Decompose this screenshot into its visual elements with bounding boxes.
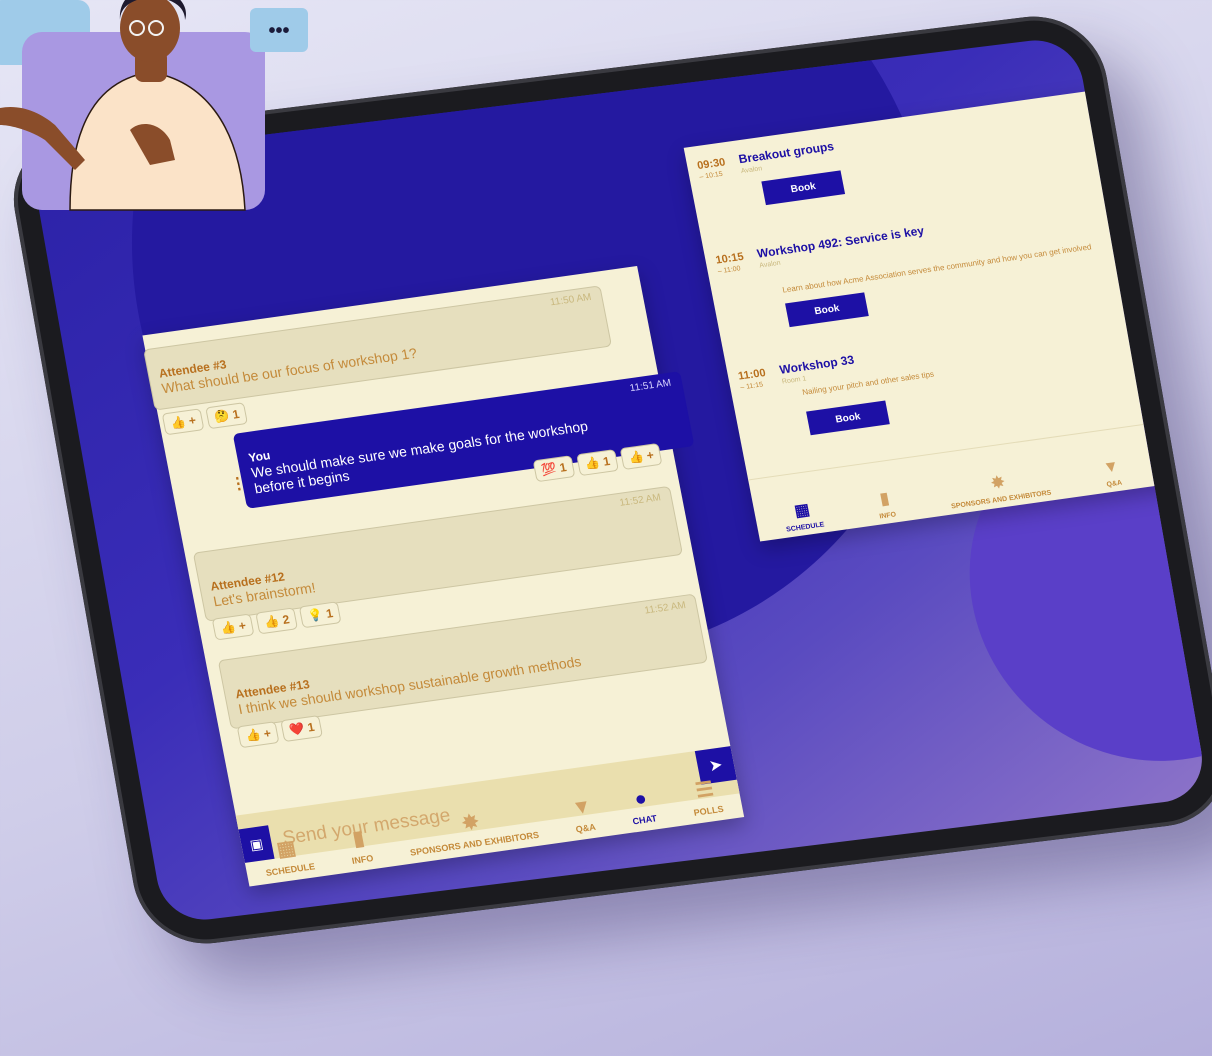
message-time: 11:52 AM xyxy=(618,492,662,509)
hundred-icon: 💯 xyxy=(540,461,558,478)
bottom-nav: ▦ SCHEDULE ▮ INFO ✸ SPONSORS AND EXHIBITORS… xyxy=(236,750,744,886)
thumbs-up-icon: 👍 xyxy=(583,455,602,472)
lightbulb-icon: 💡 xyxy=(306,607,325,624)
nav-qa[interactable]: ▼ Q&A xyxy=(570,795,597,834)
session-end: – 10:15 xyxy=(698,170,724,181)
reaction-add-button[interactable]: 👍 + xyxy=(211,613,255,641)
nav-info[interactable]: ▮ INFO xyxy=(874,488,897,520)
nav-schedule[interactable]: ▦ SCHEDULE xyxy=(259,833,316,878)
calendar-icon: ▦ xyxy=(274,836,298,862)
session-location: Avalon xyxy=(740,165,763,176)
session-end: – 11:15 xyxy=(739,381,764,392)
reaction-chip[interactable]: 👍 2 xyxy=(255,607,299,635)
reaction-chip[interactable]: 💯 1 xyxy=(532,455,576,483)
thinking-face-icon: 🤔 xyxy=(213,408,231,425)
speaker-illustration: ••• xyxy=(0,0,308,211)
nav-polls[interactable]: ☰ POLLS xyxy=(687,775,725,818)
thumbs-up-icon: 👍 xyxy=(219,619,237,636)
session-title: Workshop 492: Service is key xyxy=(755,223,926,261)
nav-sponsors[interactable]: ✸ SPONSORS AND EXHIBITORS xyxy=(404,801,540,858)
typing-dots-icon: ••• xyxy=(268,20,289,42)
chat-panel: 11:50 AM Attendee #3 What should be our … xyxy=(142,266,745,887)
session-start: 10:15 xyxy=(714,250,745,267)
session-location: Avalon xyxy=(758,259,782,270)
session-description: Nailing your pitch and other sales tips xyxy=(801,369,935,397)
nav-info[interactable]: ▮ INFO xyxy=(345,825,374,866)
document-icon: ▮ xyxy=(878,490,891,509)
chat-message-mine: 11:51 AM You We should make sure we make… xyxy=(232,371,695,509)
thumbs-up-icon: 👍 xyxy=(244,727,262,744)
thumbs-up-icon: 👍 xyxy=(627,449,645,466)
book-button[interactable]: Book xyxy=(785,292,869,328)
book-button[interactable]: Book xyxy=(761,170,846,206)
nav-chat[interactable]: ● CHAT xyxy=(627,787,658,827)
qa-icon: ▼ xyxy=(569,795,594,820)
nav-schedule[interactable]: ▦ SCHEDULE xyxy=(781,498,825,533)
lightbulb-icon: ✸ xyxy=(989,473,1007,493)
qa-icon: ▼ xyxy=(1101,457,1121,477)
list-icon: ☰ xyxy=(693,778,716,803)
document-icon: ▮ xyxy=(350,827,367,851)
lightbulb-icon: ✸ xyxy=(460,811,481,836)
chat-message: 11:52 AM Attendee #12 Let's brainstorm! xyxy=(192,485,684,622)
session-location: Room 1 xyxy=(781,375,807,386)
reaction-add-button[interactable]: 👍 + xyxy=(619,442,663,471)
reaction-chip[interactable]: ❤️ 1 xyxy=(280,714,324,743)
thumbs-up-icon: 👍 xyxy=(169,414,187,431)
session-title: Workshop 33 xyxy=(778,352,856,377)
chat-icon: ● xyxy=(632,787,649,811)
reaction-chip[interactable]: 🤔 1 xyxy=(205,402,249,430)
reaction-chip[interactable]: 👍 1 xyxy=(576,449,619,477)
reaction-add-button[interactable]: 👍 + xyxy=(161,408,205,436)
session-end: – 11:00 xyxy=(717,265,742,276)
nav-chat[interactable]: ● CHAT xyxy=(1173,448,1197,479)
nav-qa[interactable]: ▼ Q&A xyxy=(1102,458,1123,489)
schedule-panel: 09:30 – 10:15 Breakout groups Avalon Boo… xyxy=(683,82,1210,542)
reaction-chip[interactable]: 💡 1 xyxy=(299,601,342,629)
reaction-add-button[interactable]: 👍 + xyxy=(236,721,280,749)
calendar-icon: ▦ xyxy=(792,501,812,521)
session-start: 11:00 xyxy=(737,367,767,383)
book-button[interactable]: Book xyxy=(806,400,890,436)
message-time: 11:52 AM xyxy=(643,599,687,617)
thumbs-up-icon: 👍 xyxy=(263,613,281,630)
heart-icon: ❤️ xyxy=(288,721,306,738)
chat-icon: ● xyxy=(1177,448,1190,467)
session-title: Breakout groups xyxy=(737,139,836,167)
